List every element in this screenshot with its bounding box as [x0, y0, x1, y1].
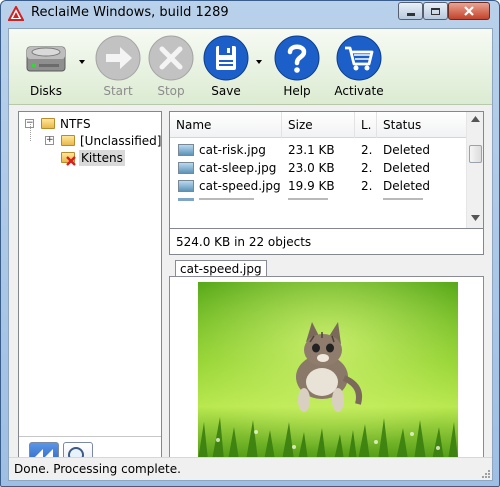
title-bar[interactable]: ReclaiMe Windows, build 1289	[1, 1, 499, 27]
column-header-size[interactable]: Size	[282, 112, 355, 138]
expand-icon[interactable]: +	[45, 136, 54, 145]
scroll-thumb[interactable]	[469, 145, 482, 163]
arrow-right-icon	[95, 35, 141, 81]
maximize-button[interactable]	[423, 2, 448, 20]
toolbar: Disks Start Stop Save Help Activate	[9, 29, 492, 105]
cell-status: Deleted	[383, 143, 431, 157]
cell-status: Deleted	[383, 179, 431, 193]
window-title: ReclaiMe Windows, build 1289	[31, 5, 229, 20]
table-row[interactable]: cat-speed.jpg 19.9 KB 2. Deleted	[170, 177, 468, 195]
tree-node-ntfs[interactable]: − NTFS	[23, 116, 143, 132]
tree-node-label: NTFS	[60, 117, 91, 131]
status-text: Done. Processing complete.	[14, 462, 181, 476]
tree-node-label: [Unclassified]	[80, 134, 162, 148]
save-label: Save	[211, 84, 241, 98]
app-window: ReclaiMe Windows, build 1289 Disks Start…	[0, 0, 500, 487]
status-bar: Done. Processing complete.	[9, 457, 492, 480]
disks-dropdown-arrow-icon[interactable]	[79, 60, 85, 64]
activate-button[interactable]: Activate	[328, 33, 390, 103]
close-button[interactable]	[448, 2, 490, 20]
question-mark-icon	[274, 35, 320, 81]
image-file-icon	[178, 162, 194, 174]
folder-icon	[41, 118, 55, 129]
activate-label: Activate	[334, 84, 384, 98]
cell-name: cat-speed.jpg	[199, 179, 281, 193]
tab-preview[interactable]: cat-speed.jpg	[175, 260, 267, 277]
table-row[interactable]: cat-risk.jpg 23.1 KB 2. Deleted	[170, 141, 468, 159]
hard-disk-icon	[26, 46, 66, 72]
floppy-disk-icon	[203, 35, 249, 81]
stop-button[interactable]: Stop	[140, 33, 202, 103]
column-header-l[interactable]: L.	[355, 112, 377, 138]
column-header-status[interactable]: Status	[377, 112, 468, 138]
close-icon	[464, 6, 474, 16]
folder-icon	[61, 135, 75, 146]
folder-tree[interactable]: − NTFS + [Unclassified] Kittens	[18, 111, 162, 479]
tree-node-unclassified[interactable]: + [Unclassified]	[23, 124, 162, 149]
image-file-icon	[178, 144, 194, 156]
stop-label: Stop	[157, 84, 185, 98]
deleted-mark-icon	[66, 156, 76, 166]
list-summary: 524.0 KB in 22 objects	[169, 229, 484, 255]
tree-line	[30, 124, 31, 141]
scroll-down-icon[interactable]	[471, 215, 480, 221]
minimize-button[interactable]	[398, 2, 423, 20]
resize-grip-icon[interactable]	[481, 469, 491, 479]
cell-l: 2.	[361, 161, 373, 175]
file-list[interactable]: Name Size L. Status cat-risk.jpg 23.1 KB…	[169, 111, 484, 229]
table-row[interactable]: cat-sleep.jpg 23.0 KB 2. Deleted	[170, 159, 468, 177]
cell-status: Deleted	[383, 161, 431, 175]
tree-node-kittens[interactable]: Kittens	[23, 150, 158, 166]
cell-size: 23.0 KB	[288, 161, 335, 175]
cell-size: 23.1 KB	[288, 143, 335, 157]
save-dropdown-arrow-icon[interactable]	[256, 60, 262, 64]
minimize-icon	[406, 12, 415, 16]
image-file-icon	[178, 180, 194, 192]
client-area: Disks Start Stop Save Help Activate − NT…	[8, 28, 493, 481]
scroll-up-icon[interactable]	[471, 116, 480, 122]
kitten-photo	[198, 282, 458, 460]
cell-l: 2.	[361, 179, 373, 193]
help-button[interactable]: Help	[266, 33, 328, 103]
list-scrollbar[interactable]	[466, 112, 483, 228]
disks-label: Disks	[29, 84, 63, 98]
tree-node-label: Kittens	[79, 150, 125, 166]
shopping-cart-icon	[336, 35, 382, 81]
help-label: Help	[283, 84, 311, 98]
list-fade	[170, 198, 468, 228]
preview-panel: cat-speed.jpg	[169, 257, 484, 479]
preview-pane	[169, 276, 484, 479]
list-header: Name Size L. Status	[170, 112, 468, 138]
cell-name: cat-risk.jpg	[199, 143, 266, 157]
save-button[interactable]: Save	[195, 33, 257, 103]
disks-button[interactable]: Disks	[15, 33, 77, 103]
cell-l: 2.	[361, 143, 373, 157]
x-icon	[148, 35, 194, 81]
cell-size: 19.9 KB	[288, 179, 335, 193]
maximize-icon	[431, 7, 440, 15]
app-logo-icon	[8, 6, 24, 21]
cell-name: cat-sleep.jpg	[199, 161, 277, 175]
column-header-name[interactable]: Name	[170, 112, 282, 138]
